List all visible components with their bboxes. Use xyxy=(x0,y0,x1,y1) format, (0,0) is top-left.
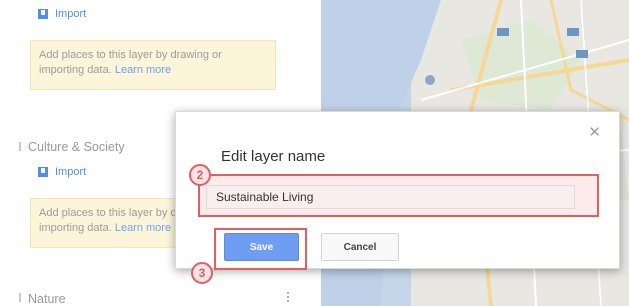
layer-title-culture[interactable]: Culture & Society xyxy=(28,140,125,154)
import-label: Import xyxy=(55,166,87,178)
drag-handle-icon[interactable] xyxy=(19,293,21,302)
close-icon[interactable]: ✕ xyxy=(588,125,601,140)
layer-name-input[interactable] xyxy=(206,185,575,209)
import-icon xyxy=(38,167,48,177)
learn-more-link[interactable]: Learn more xyxy=(115,222,171,234)
layer-title-nature[interactable]: Nature xyxy=(28,292,66,306)
top-import-link[interactable]: Import xyxy=(38,8,86,20)
drag-handle-icon[interactable] xyxy=(19,142,21,151)
step-marker-2: 2 xyxy=(189,164,211,186)
layer-options-icon[interactable] xyxy=(287,292,289,302)
cancel-button[interactable]: Cancel xyxy=(321,233,399,261)
save-button[interactable]: Save xyxy=(224,233,299,261)
culture-import-link[interactable]: Import xyxy=(38,166,86,178)
top-layer-hint: Add places to this layer by drawing or i… xyxy=(30,40,276,90)
import-icon xyxy=(38,9,48,19)
edit-layer-dialog: ✕ Edit layer name Save Cancel xyxy=(175,111,620,270)
learn-more-link[interactable]: Learn more xyxy=(115,64,171,76)
dialog-title: Edit layer name xyxy=(221,148,326,165)
import-label: Import xyxy=(55,8,87,20)
step-marker-3: 3 xyxy=(191,262,213,284)
